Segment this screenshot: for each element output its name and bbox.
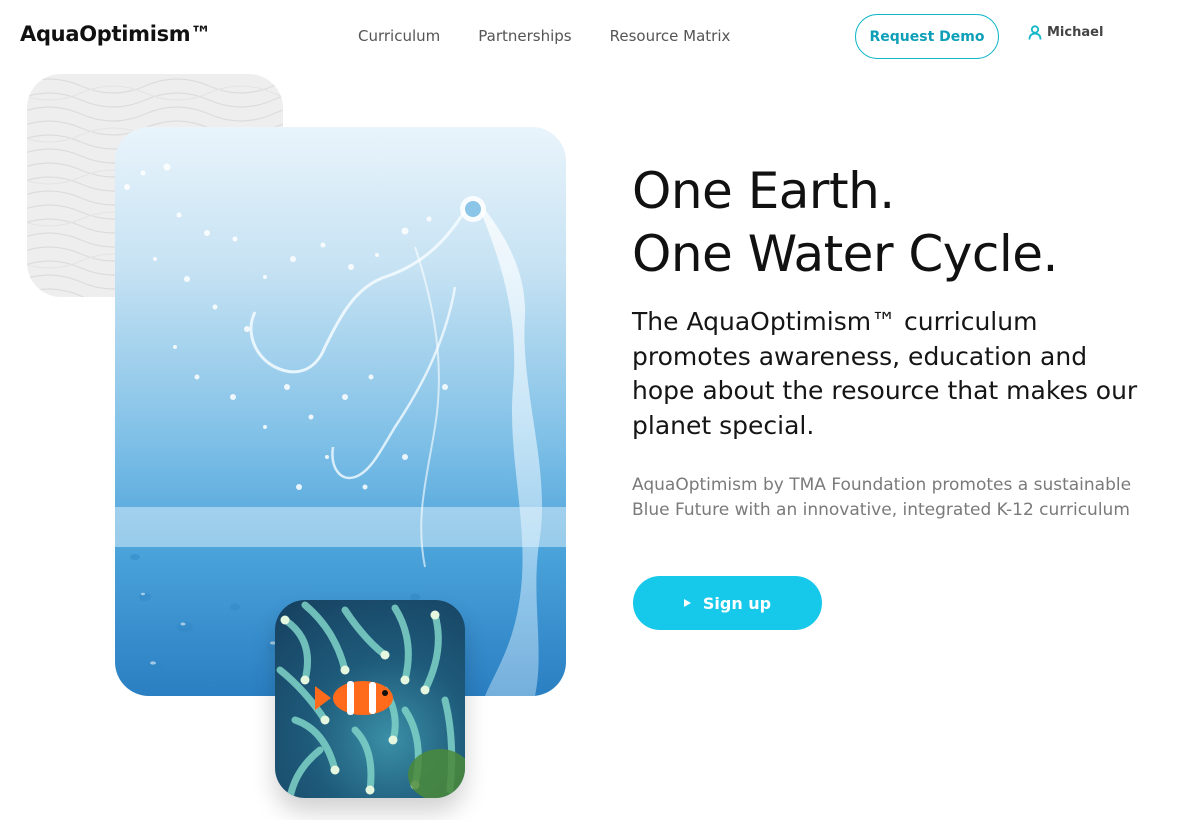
main-nav: Curriculum Partnerships Resource Matrix	[358, 27, 768, 45]
page: AquaOptimism™ Curriculum Partnerships Re…	[0, 0, 1200, 820]
request-demo-button[interactable]: Request Demo	[855, 14, 999, 59]
hero-description: AquaOptimism by TMA Foundation promotes …	[632, 475, 1132, 520]
play-icon	[683, 599, 691, 607]
sign-up-button[interactable]: Sign up	[633, 576, 822, 630]
logo[interactable]: AquaOptimism™	[20, 22, 211, 46]
nav-link-resource-matrix[interactable]: Resource Matrix	[610, 27, 731, 45]
headline-line-1: One Earth.	[632, 162, 895, 220]
user-account-link[interactable]: Michael	[1028, 25, 1103, 40]
user-icon	[1028, 25, 1042, 40]
nav-link-curriculum[interactable]: Curriculum	[358, 27, 440, 45]
hero-subheading: The AquaOptimism™ curriculum promotes aw…	[632, 307, 1138, 440]
hero-headline: One Earth. One Water Cycle.	[632, 160, 1058, 286]
user-name: Michael	[1047, 25, 1104, 40]
headline-line-2: One Water Cycle.	[632, 225, 1058, 283]
nav-link-partnerships[interactable]: Partnerships	[478, 27, 571, 45]
clownfish-anemone-image	[275, 600, 465, 798]
sign-up-label: Sign up	[702, 593, 772, 613]
